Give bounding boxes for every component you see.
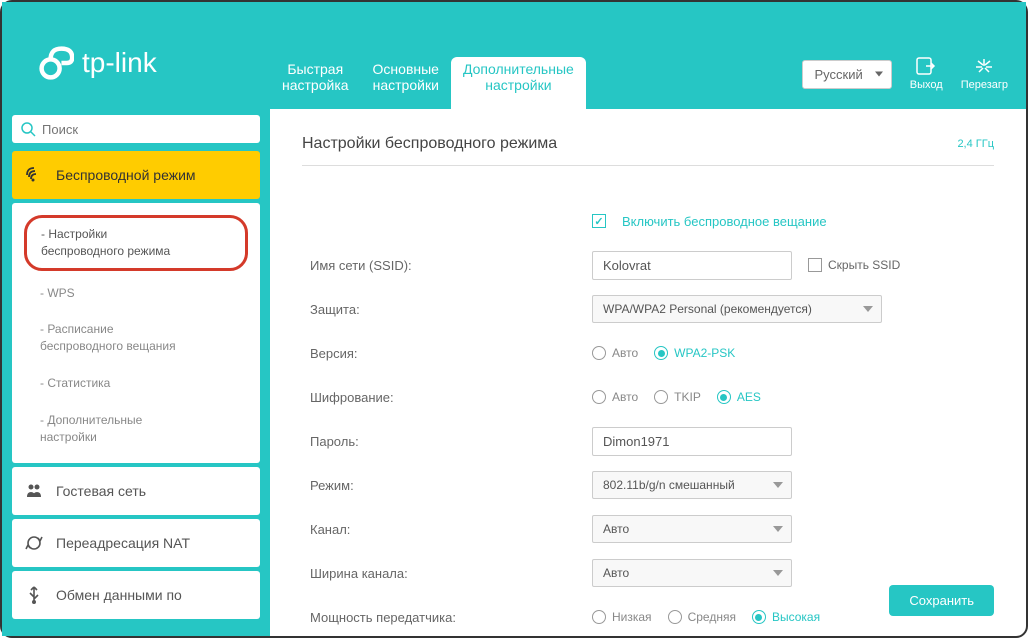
sidebar-item-nat[interactable]: Переадресация NAT [12, 519, 260, 567]
encryption-label: Шифрование: [302, 390, 592, 405]
enable-wireless-label[interactable]: Включить беспроводное вещание [622, 214, 827, 229]
sidebar-item-label: Беспроводной режим [56, 167, 196, 183]
search-icon [20, 121, 36, 137]
sidebar-item-label: Переадресация NAT [56, 535, 190, 551]
sidebar-item-wireless[interactable]: Беспроводной режим [12, 151, 260, 199]
sidebar-item-data-exchange[interactable]: Обмен данными по [12, 571, 260, 619]
save-button[interactable]: Сохранить [889, 585, 994, 616]
encryption-auto-radio[interactable] [592, 390, 606, 404]
channel-select[interactable]: Авто [592, 515, 792, 543]
encryption-aes-radio[interactable] [717, 390, 731, 404]
sidebar-item-label: Гостевая сеть [56, 483, 146, 499]
main-content: Настройки беспроводного режима 2,4 ГГц В… [270, 109, 1026, 636]
logout-button[interactable]: Выход [910, 57, 943, 91]
power-medium-radio[interactable] [668, 610, 682, 624]
refresh-icon [24, 533, 44, 553]
password-label: Пароль: [302, 434, 592, 449]
hide-ssid-label[interactable]: Скрыть SSID [828, 258, 900, 272]
language-select[interactable]: Русский [802, 60, 892, 89]
sidebar-sub-advanced[interactable]: - Дополнительныенастройки [12, 402, 260, 456]
mode-label: Режим: [302, 478, 592, 493]
search-input[interactable] [42, 122, 252, 137]
page-title: Настройки беспроводного режима [302, 135, 557, 153]
reboot-button[interactable]: Перезагр [961, 57, 1008, 91]
sidebar-sub-schedule[interactable]: - Расписаниебеспроводного вещания [12, 311, 260, 365]
reboot-icon [974, 57, 994, 75]
power-label: Мощность передатчика: [302, 610, 592, 625]
ssid-input[interactable] [592, 251, 792, 280]
users-icon [24, 481, 44, 501]
logout-icon [916, 57, 936, 75]
tab-basic[interactable]: Основныенастройки [361, 57, 451, 109]
encryption-tkip-radio[interactable] [654, 390, 668, 404]
tab-advanced[interactable]: Дополнительныенастройки [451, 57, 586, 109]
channel-label: Канал: [302, 522, 592, 537]
tab-quick-setup[interactable]: Быстраянастройка [270, 57, 361, 109]
version-label: Версия: [302, 346, 592, 361]
width-select[interactable]: Авто [592, 559, 792, 587]
mode-select[interactable]: 802.11b/g/n смешанный [592, 471, 792, 499]
ssid-label: Имя сети (SSID): [302, 258, 592, 273]
sidebar-sub-statistics[interactable]: - Статистика [12, 365, 260, 402]
sidebar-sub-wireless-settings[interactable]: - Настройкибеспроводного режима [24, 215, 248, 271]
wifi-icon [24, 165, 44, 185]
sidebar-item-guest[interactable]: Гостевая сеть [12, 467, 260, 515]
power-high-radio[interactable] [752, 610, 766, 624]
power-low-radio[interactable] [592, 610, 606, 624]
security-select[interactable]: WPA/WPA2 Personal (рекомендуется) [592, 295, 882, 323]
brand-logo: tp-link [2, 45, 270, 109]
password-input[interactable] [592, 427, 792, 456]
security-label: Защита: [302, 302, 592, 317]
tplink-logo-icon [38, 45, 74, 81]
enable-wireless-checkbox[interactable] [592, 214, 606, 228]
width-label: Ширина канала: [302, 566, 592, 581]
sidebar: Беспроводной режим - Настройкибеспроводн… [2, 109, 270, 636]
usb-icon [24, 585, 44, 605]
version-auto-radio[interactable] [592, 346, 606, 360]
sidebar-item-label: Обмен данными по [56, 587, 182, 603]
search-box[interactable] [12, 115, 260, 143]
band-label: 2,4 ГГц [957, 138, 994, 150]
sidebar-sub-wps[interactable]: - WPS [12, 275, 260, 312]
version-wpa2psk-radio[interactable] [654, 346, 668, 360]
hide-ssid-checkbox[interactable] [808, 258, 822, 272]
